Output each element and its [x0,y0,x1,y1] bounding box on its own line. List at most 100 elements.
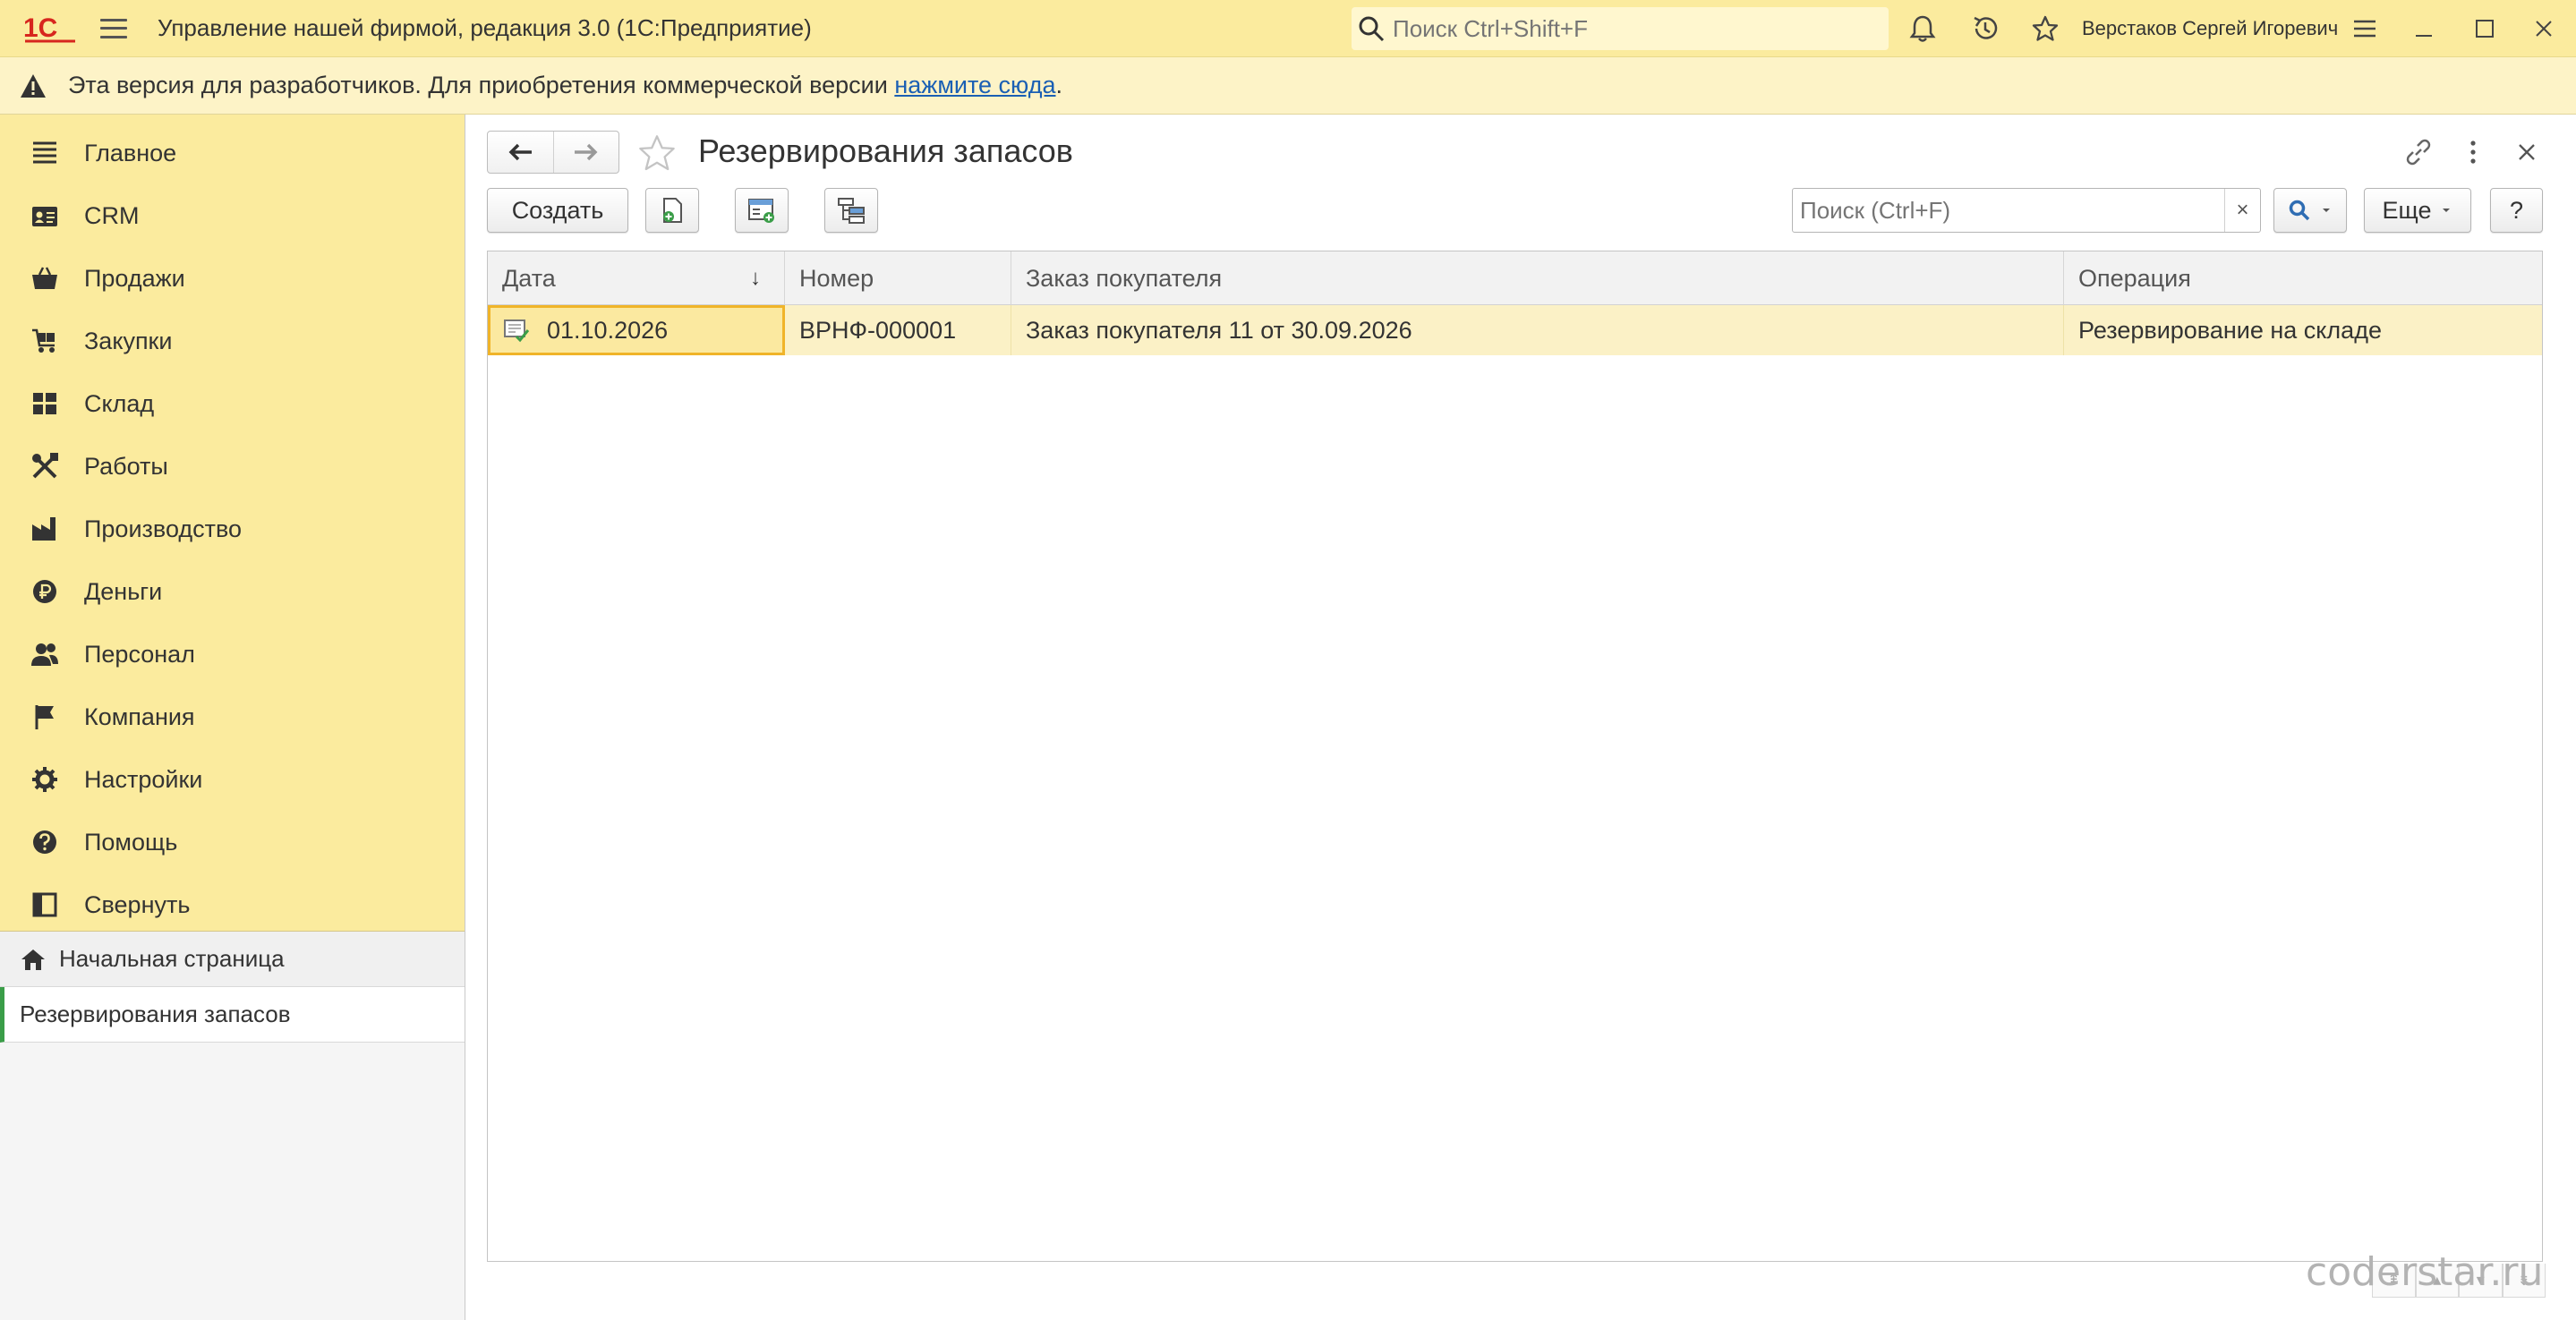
close-window-icon[interactable] [2528,13,2560,45]
sidebar-item-label: Главное [84,139,177,166]
add-to-favorites-icon[interactable] [635,131,679,175]
cell-number[interactable]: ВРНФ-000001 [785,305,1011,355]
app-title: Управление нашей фирмой, редакция 3.0 (1… [158,14,812,41]
list-search[interactable]: × [1792,188,2261,233]
sidebar: Главное CRM Продажи Закупки Склад Работы… [0,115,465,1320]
cell-operation[interactable]: Резервирование на складе [2064,305,2542,355]
sidebar-item-main[interactable]: Главное [0,122,465,184]
menu-lines-icon [29,137,61,169]
people-icon [29,638,61,670]
main-form: Резервирования запасов Создать × Еще ? Д… [466,115,2576,1320]
more-vertical-icon[interactable] [2455,134,2491,170]
maximize-icon[interactable] [2469,13,2501,45]
cell-date[interactable]: 01.10.2026 [488,305,785,355]
column-header-date[interactable]: Дата ↓ [488,251,785,305]
sidebar-item-purchases[interactable]: Закупки [0,310,465,372]
open-window-label: Резервирования запасов [20,1001,291,1027]
global-search[interactable] [1352,7,1889,50]
search-icon [2289,200,2310,221]
sidebar-item-crm[interactable]: CRM [0,184,465,247]
cell-date-value: 01.10.2026 [547,316,669,344]
create-based-on-button[interactable] [735,188,789,233]
title-bar: 1С Управление нашей фирмой, редакция 3.0… [0,0,2576,57]
search-icon [1359,16,1385,42]
sidebar-item-label: Работы [84,452,168,480]
column-header-number[interactable]: Номер [785,251,1011,305]
sidebar-item-label: CRM [84,201,140,229]
open-window-stock-reservations[interactable]: Резервирования запасов [0,987,465,1043]
sidebar-item-label: Продажи [84,264,185,292]
link-icon[interactable] [2401,134,2436,170]
close-form-icon[interactable] [2509,134,2545,170]
help-circle-icon [29,826,61,858]
column-header-label: Дата [502,264,556,292]
sidebar-item-label: Помощь [84,828,178,856]
basket-icon [29,262,61,294]
sidebar-item-label: Склад [84,389,155,417]
sidebar-item-label: Настройки [84,765,203,793]
warning-icon [21,73,46,98]
sort-descending-icon: ↓ [750,266,761,290]
tools-icon [29,450,61,482]
arrow-left-icon [508,143,533,161]
global-search-input[interactable] [1393,14,1858,43]
posted-document-icon [504,319,530,343]
sidebar-item-warehouse[interactable]: Склад [0,372,465,435]
sidebar-item-company[interactable]: Компания [0,686,465,748]
sidebar-item-collapse[interactable]: Свернуть [0,873,465,936]
back-button[interactable] [488,132,553,173]
table-row[interactable]: 01.10.2026 ВРНФ-000001 Заказ покупателя … [488,305,2542,355]
copy-document-button[interactable] [645,188,699,233]
column-header-label: Заказ покупателя [1026,264,1223,292]
buy-commercial-link[interactable]: нажмите сюда [894,72,1055,98]
collapse-panel-icon [29,889,61,921]
sidebar-item-label: Свернуть [84,890,191,918]
column-header-label: Операция [2078,264,2191,292]
current-user[interactable]: Верстаков Сергей Игоревич [2082,17,2338,40]
column-header-operation[interactable]: Операция [2064,251,2542,305]
sidebar-item-works[interactable]: Работы [0,435,465,498]
ruble-coin-icon [29,575,61,608]
create-button[interactable]: Создать [487,188,628,233]
list-search-input[interactable] [1793,196,2205,225]
cart-icon [29,325,61,357]
new-document-icon [663,198,682,223]
minimize-icon[interactable] [2408,13,2440,45]
sidebar-item-staff[interactable]: Персонал [0,623,465,686]
gear-icon [29,763,61,796]
sidebar-item-help[interactable]: Помощь [0,811,465,873]
open-windows-list: Начальная страница Резервирования запасо… [0,931,465,1043]
banner-text: Эта версия для разработчиков. Для приобр… [68,72,1062,99]
sidebar-item-money[interactable]: Деньги [0,560,465,623]
bell-icon[interactable] [1906,13,1939,45]
column-header-label: Номер [799,264,874,292]
section-panel: Главное CRM Продажи Закупки Склад Работы… [0,115,465,931]
search-options-button[interactable] [2273,188,2347,233]
clear-search-button[interactable]: × [2224,189,2260,232]
sidebar-item-settings[interactable]: Настройки [0,748,465,811]
open-window-label: Начальная страница [59,945,285,972]
more-button[interactable]: Еще [2364,188,2471,233]
banner-message: Эта версия для разработчиков. Для приобр… [68,72,895,98]
document-structure-button[interactable] [824,188,878,233]
open-window-home[interactable]: Начальная страница [0,932,465,987]
more-button-label: Еще [2382,196,2432,224]
sidebar-item-label: Компания [84,703,195,730]
main-menu-icon[interactable] [98,15,129,42]
1c-logo: 1С [23,13,79,44]
favorites-star-icon[interactable] [2029,13,2061,45]
history-icon[interactable] [1969,13,2001,45]
arrow-right-icon [574,143,598,161]
settings-menu-icon[interactable] [2349,13,2381,45]
chevron-down-icon [2443,209,2451,212]
chevron-down-icon [2323,209,2330,212]
page-title: Резервирования запасов [698,132,1073,169]
sidebar-item-production[interactable]: Производство [0,498,465,560]
sidebar-item-label: Персонал [84,640,195,668]
create-from-list-icon [748,199,774,223]
forward-button[interactable] [552,132,619,173]
sidebar-item-sales[interactable]: Продажи [0,247,465,310]
help-button[interactable]: ? [2490,188,2543,233]
column-header-customer-order[interactable]: Заказ покупателя [1011,251,2064,305]
cell-customer-order[interactable]: Заказ покупателя 11 от 30.09.2026 [1011,305,2064,355]
